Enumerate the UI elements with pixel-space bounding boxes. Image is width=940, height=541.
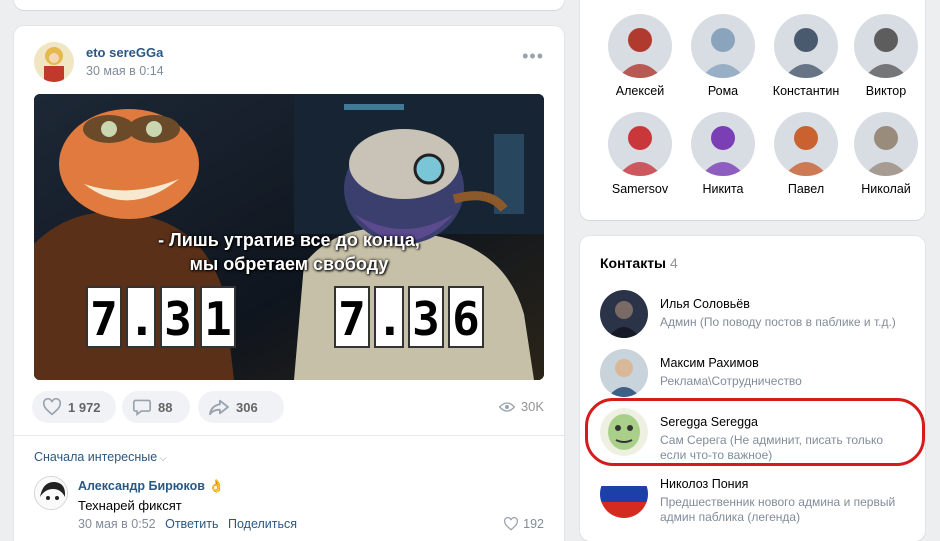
contact-name[interactable]: Николоз Пония (660, 477, 748, 491)
comment-author-name[interactable]: Александр Бирюков (78, 479, 205, 493)
version-right-char: . (374, 286, 404, 348)
comment-date[interactable]: 30 мая в 0:52 (78, 517, 156, 531)
version-left: 7 . 3 1 (86, 286, 236, 352)
contact-item[interactable]: Максим Рахимов Реклама\Сотрудничество (600, 349, 910, 401)
heart-icon (42, 398, 62, 416)
image-caption-line1: - Лишь утратив все до конца, (158, 230, 420, 250)
friend-avatar[interactable] (691, 14, 755, 78)
comment-count: 88 (158, 399, 173, 415)
post-header: eto sereGGa 30 мая в 0:14 ••• (34, 42, 544, 84)
contact-avatar[interactable] (600, 290, 648, 338)
more-options-icon[interactable]: ••• (522, 47, 544, 65)
version-left-char: 1 (200, 286, 236, 348)
comment-sort-label: Сначала интересные (34, 450, 158, 464)
friend-avatar[interactable] (854, 14, 918, 78)
ok-hand-icon: 👌 (208, 479, 225, 493)
post-author-avatar[interactable] (34, 42, 74, 82)
post-card: eto sereGGa 30 мая в 0:14 ••• - Лишь утр… (14, 26, 564, 541)
comment-author-avatar[interactable] (34, 476, 68, 510)
friend-name[interactable]: Павел (764, 182, 848, 196)
friend-item[interactable]: Константин (764, 14, 848, 98)
contact-avatar[interactable] (600, 470, 648, 518)
post-author-name[interactable]: eto sereGGa (86, 45, 163, 60)
contact-item[interactable]: Николоз Пония Предшественник нового адми… (600, 470, 910, 524)
reply-link[interactable]: Ответить (165, 517, 218, 531)
divider (14, 435, 564, 436)
friend-avatar[interactable] (774, 112, 838, 176)
contacts-card: Контакты 4 Илья Соловьёв Админ (По поводу… (580, 236, 925, 541)
friend-name[interactable]: Алексей (598, 84, 682, 98)
like-button[interactable]: 1 972 (32, 391, 116, 423)
friend-name[interactable]: Никита (681, 182, 765, 196)
friend-name[interactable]: Рома (681, 84, 765, 98)
contact-avatar[interactable] (600, 349, 648, 397)
friend-name[interactable]: Константин (764, 84, 848, 98)
views-count: 30K (520, 399, 544, 414)
friend-avatar[interactable] (608, 112, 672, 176)
friend-avatar[interactable] (854, 112, 918, 176)
share-icon (209, 399, 229, 416)
comment-button[interactable]: 88 (122, 391, 190, 423)
contacts-header[interactable]: Контакты 4 (600, 255, 678, 271)
friend-avatar[interactable] (691, 112, 755, 176)
friend-avatar[interactable] (774, 14, 838, 78)
version-left-char: 3 (160, 286, 196, 348)
comment-meta: 30 мая в 0:52 Ответить Поделиться (78, 517, 297, 531)
chevron-down-icon: ⌵ (159, 453, 167, 464)
friend-name[interactable]: Николай (844, 182, 928, 196)
comment-text: Технарей фиксят (78, 498, 182, 513)
version-left-char: . (126, 286, 156, 348)
post-actions: 1 972 88 306 30K (32, 391, 546, 425)
version-right: 7 . 3 6 (334, 286, 484, 352)
contact-item[interactable]: Илья Соловьёв Админ (По поводу постов в … (600, 290, 910, 342)
like-count: 1 972 (68, 399, 101, 415)
previous-post-card-stub (14, 0, 564, 10)
share-count: 306 (236, 399, 258, 415)
post-image[interactable]: - Лишь утратив все до конца, мы обретаем… (34, 94, 544, 380)
image-caption-line2: мы обретаем свободу (189, 254, 389, 274)
friend-item[interactable]: Никита (681, 112, 765, 196)
version-left-char: 7 (86, 286, 122, 348)
post-date[interactable]: 30 мая в 0:14 (86, 64, 164, 78)
comment-sort-dropdown[interactable]: Сначала интересные ⌵ (34, 450, 167, 464)
friends-card: Алексей Рома Константин Виктор Samersov Никит… (580, 0, 925, 220)
comment-item: Александр Бирюков 👌 Технарей фиксят 30 ма… (34, 476, 544, 536)
comment-icon (133, 399, 151, 416)
version-right-char: 7 (334, 286, 370, 348)
contact-name[interactable]: Seregga Seregga (660, 415, 758, 429)
contact-name[interactable]: Илья Соловьёв (660, 297, 750, 311)
contact-avatar[interactable] (600, 408, 648, 456)
friend-item[interactable]: Алексей (598, 14, 682, 98)
friend-name[interactable]: Samersov (598, 182, 682, 196)
contact-role: Предшественник нового админа и первый ад… (660, 495, 896, 524)
comment-author-line[interactable]: Александр Бирюков 👌 (78, 479, 224, 494)
comment-like-button[interactable]: 192 (503, 517, 544, 531)
friend-item[interactable]: Samersov (598, 112, 682, 196)
friend-item[interactable]: Николай (844, 112, 928, 196)
contact-role: Админ (По поводу постов в паблике и т.д.… (660, 315, 896, 329)
friend-name[interactable]: Виктор (844, 84, 928, 98)
contact-name[interactable]: Максим Рахимов (660, 356, 759, 370)
contact-role: Сам Серега (Не админит, писать только ес… (660, 433, 884, 462)
friend-avatar[interactable] (608, 14, 672, 78)
share-button[interactable]: 306 (198, 391, 284, 423)
contacts-count: 4 (670, 255, 678, 271)
views-counter: 30K (498, 399, 544, 414)
share-comment-link[interactable]: Поделиться (228, 517, 297, 531)
heart-icon (504, 517, 519, 531)
comment-like-count: 192 (523, 517, 544, 531)
friend-item[interactable]: Виктор (844, 14, 928, 98)
friend-item[interactable]: Рома (681, 14, 765, 98)
version-right-char: 3 (408, 286, 444, 348)
eye-icon (498, 401, 515, 412)
contact-role: Реклама\Сотрудничество (660, 374, 802, 388)
contact-item[interactable]: Seregga Seregga Сам Серега (Не админит, … (600, 408, 910, 462)
contacts-title: Контакты (600, 255, 667, 271)
friend-item[interactable]: Павел (764, 112, 848, 196)
version-right-char: 6 (448, 286, 484, 348)
